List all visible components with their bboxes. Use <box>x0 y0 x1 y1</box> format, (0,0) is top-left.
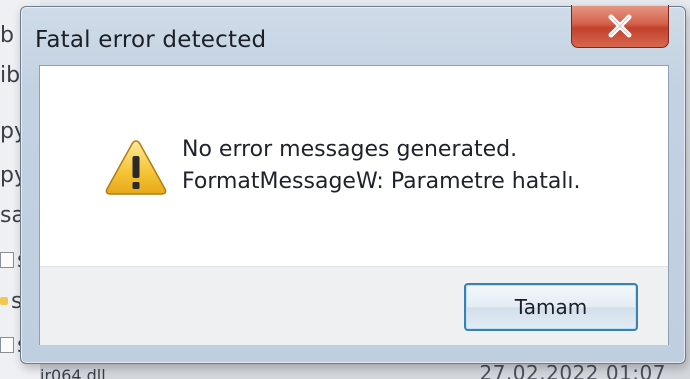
error-dialog: Fatal error detected No error messages g… <box>20 5 686 364</box>
warning-triangle-icon <box>105 140 167 195</box>
button-panel: Tamam <box>40 266 668 345</box>
dialog-client-area: No error messages generated. FormatMessa… <box>39 65 669 345</box>
list-item-label: ib <box>0 62 21 88</box>
ok-button[interactable]: Tamam <box>464 283 638 331</box>
file-icon <box>0 337 14 353</box>
close-button[interactable] <box>571 5 669 48</box>
dialog-title: Fatal error detected <box>35 27 267 53</box>
error-message: No error messages generated. FormatMessa… <box>182 134 581 198</box>
list-item[interactable]: b <box>0 20 14 50</box>
list-item-label: b <box>0 22 14 48</box>
error-message-line: No error messages generated. <box>182 137 518 162</box>
close-icon <box>608 14 632 38</box>
message-panel: No error messages generated. FormatMessa… <box>40 66 668 266</box>
yellow-bullet-icon <box>0 297 8 305</box>
list-item[interactable]: ib <box>0 60 20 90</box>
error-message-line: FormatMessageW: Parametre hatalı. <box>182 169 581 194</box>
file-icon <box>0 252 14 268</box>
desktop-screen: b ib py py sa sa se sq ir064 dll 27.02.2… <box>0 0 690 379</box>
title-bar[interactable]: Fatal error detected <box>21 5 685 63</box>
background-partial-filename: ir064 dll <box>40 366 106 379</box>
